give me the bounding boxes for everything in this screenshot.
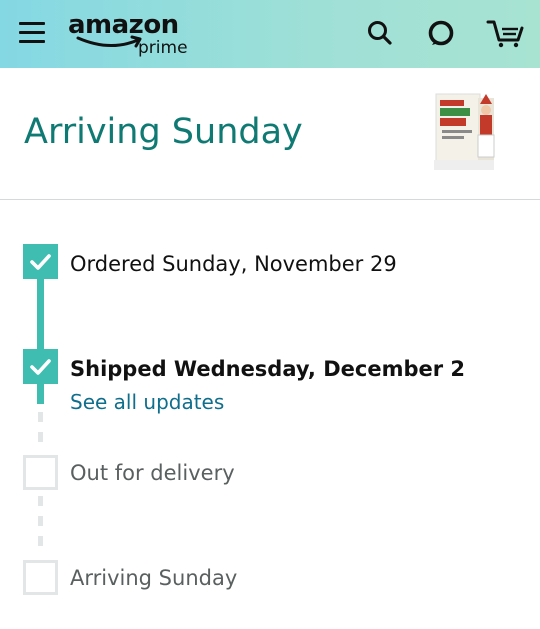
delivery-header: Arriving Sunday [0,68,540,199]
shipped-checkbox [23,349,58,384]
step-ordered-label: Ordered Sunday, November 29 [70,252,397,276]
progress-line [37,384,44,404]
step-arriving-label: Arriving Sunday [70,566,238,590]
product-thumbnail[interactable] [434,88,498,176]
shipment-progress: Ordered Sunday, November 29 Shipped Wedn… [0,200,540,629]
pending-line [38,412,43,452]
progress-line [37,279,44,349]
search-icon[interactable] [365,18,395,48]
alexa-icon[interactable] [426,18,456,48]
elf-on-the-shelf-box-image [434,93,495,170]
top-nav-bar: amazon prime [0,0,540,68]
hamburger-menu-icon[interactable] [19,22,45,44]
pending-line [38,496,43,556]
smile-arrow-icon [76,35,142,48]
cart-icon[interactable] [486,18,526,48]
ordered-checkbox [23,244,58,279]
checkmark-icon [30,359,51,375]
arriving-checkbox [23,560,58,595]
out-for-delivery-checkbox [23,455,58,490]
see-all-updates-link[interactable]: See all updates [70,389,224,415]
amazon-prime-logo[interactable]: amazon prime [68,10,198,60]
page-title: Arriving Sunday [24,112,303,152]
step-shipped-label: Shipped Wednesday, December 2 [70,357,466,381]
logo-prime-text: prime [138,38,188,58]
step-out-for-delivery-label: Out for delivery [70,461,235,485]
checkmark-icon [30,254,51,270]
